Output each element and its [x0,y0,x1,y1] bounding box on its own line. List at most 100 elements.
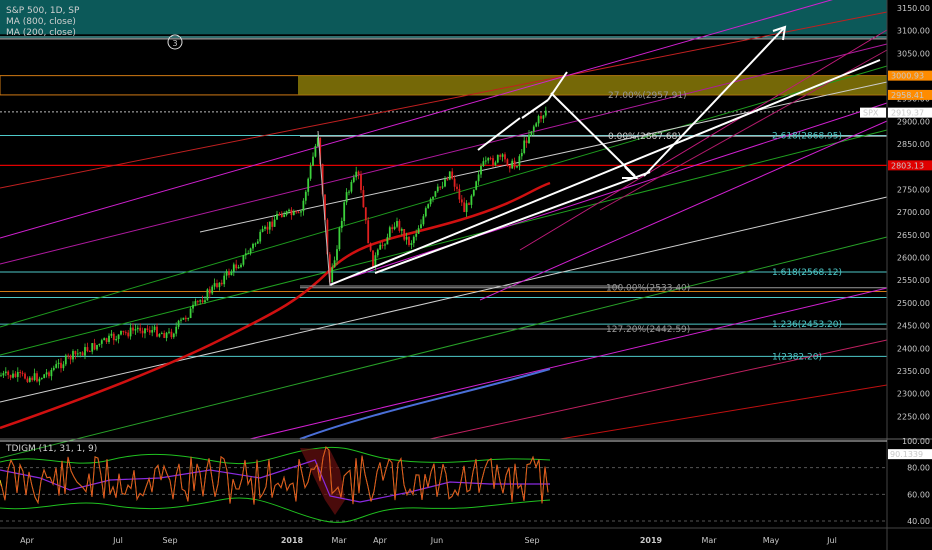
candle-body [482,161,485,167]
candle-body [146,328,149,331]
candle-body [64,355,67,365]
candle-body [453,178,456,187]
candle-body [386,237,389,245]
price-badge-0: 3000.93 [891,72,924,81]
candle-body [496,154,499,163]
candle-body [264,226,266,229]
candle-body [132,327,134,331]
trendline-short2 [521,99,549,119]
candle-body [124,332,127,334]
candle-body [393,226,396,230]
candle-body [228,271,230,276]
candle-body [412,236,415,244]
candle-body [60,362,62,369]
indicator-legend: TDIGM (11, 31, 1, 9) [6,444,97,455]
indicator-signal [0,459,550,503]
indicator-value: 90.1339 [890,450,923,459]
price-tick-2500: 2500.00 [897,299,930,308]
arrowhead-down [622,166,639,179]
chart-canvas[interactable]: 3 27.00%(2957.91) 0.00%(2867.68) 100.00%(25… [0,0,932,550]
candle-body [168,331,170,333]
candle-body [172,333,175,338]
time-label-1: Jul [112,536,123,545]
candle-body [516,166,518,168]
candle-body [499,154,502,157]
candle-body [72,351,74,360]
candle-body [225,271,228,276]
candle-body [448,171,451,180]
candle-body [223,275,226,285]
price-tick-2700: 2700.00 [897,208,930,217]
candle-body [129,327,132,337]
candle-body [295,211,298,213]
ma800-line [299,368,551,440]
candle-body [456,186,458,189]
candle-body [528,134,530,144]
channel-line-4 [0,129,888,356]
candle-body [475,181,478,190]
candle-body [93,343,96,350]
candle-body [177,320,180,327]
candle-body [480,166,482,175]
candle-body [2,373,5,376]
candle-body [232,264,235,272]
candle-body [513,160,516,168]
channel-line-7 [249,287,888,440]
candle-body [254,243,257,245]
price-badge-1: 2958.41 [891,91,924,100]
candle-body [444,179,446,187]
candle-body [506,159,509,166]
candle-body [206,289,209,301]
candle-body [230,271,233,276]
candle-body [302,200,305,212]
candle-body [165,332,168,338]
candle-body [24,373,26,379]
candle-body [136,327,139,330]
candle-body [182,317,185,320]
candle-body [357,171,360,175]
candle-body [477,174,480,182]
indicator-tick-100: 100.00 [902,437,930,446]
candle-body [388,227,391,238]
candle-body [21,372,24,374]
candle-body [144,328,146,334]
candle-body [532,126,535,132]
candle-body [249,248,252,253]
candle-body [540,116,542,119]
candle-body [134,329,137,331]
candle-body [62,364,65,369]
candle-body [489,158,492,160]
wave-label: 3 [172,39,177,48]
time-label-8: 2019 [640,536,663,545]
candle-body [530,131,533,135]
candle-body [76,353,79,355]
candle-body [494,162,497,165]
candle-body [242,255,245,265]
candle-body [192,304,194,309]
candle-body [199,300,202,302]
candle-body [372,250,374,268]
candle-body [148,330,151,333]
candle-body [26,378,29,382]
candle-body [28,377,31,382]
price-tick-2750: 2750.00 [897,185,930,194]
price-tick-2250: 2250.00 [897,412,930,421]
indicator-tick-80: 80.00 [907,464,930,473]
channel-line-11 [329,102,888,285]
candle-body [170,331,173,338]
candle-body [391,227,394,230]
candle-body [122,330,125,333]
candle-body [7,371,10,376]
candle-body [36,373,38,382]
time-label-0: Apr [20,536,35,545]
candle-body [340,220,343,229]
candle-body [398,221,401,231]
time-label-3: 2018 [281,536,304,545]
candle-body [220,282,223,285]
candle-body [427,204,430,209]
fib-label-0: 27.00%(2957.91) [608,91,687,101]
candle-body [288,209,290,212]
candle-body [31,377,34,381]
time-label-4: Mar [331,536,347,545]
candle-body [280,214,283,218]
